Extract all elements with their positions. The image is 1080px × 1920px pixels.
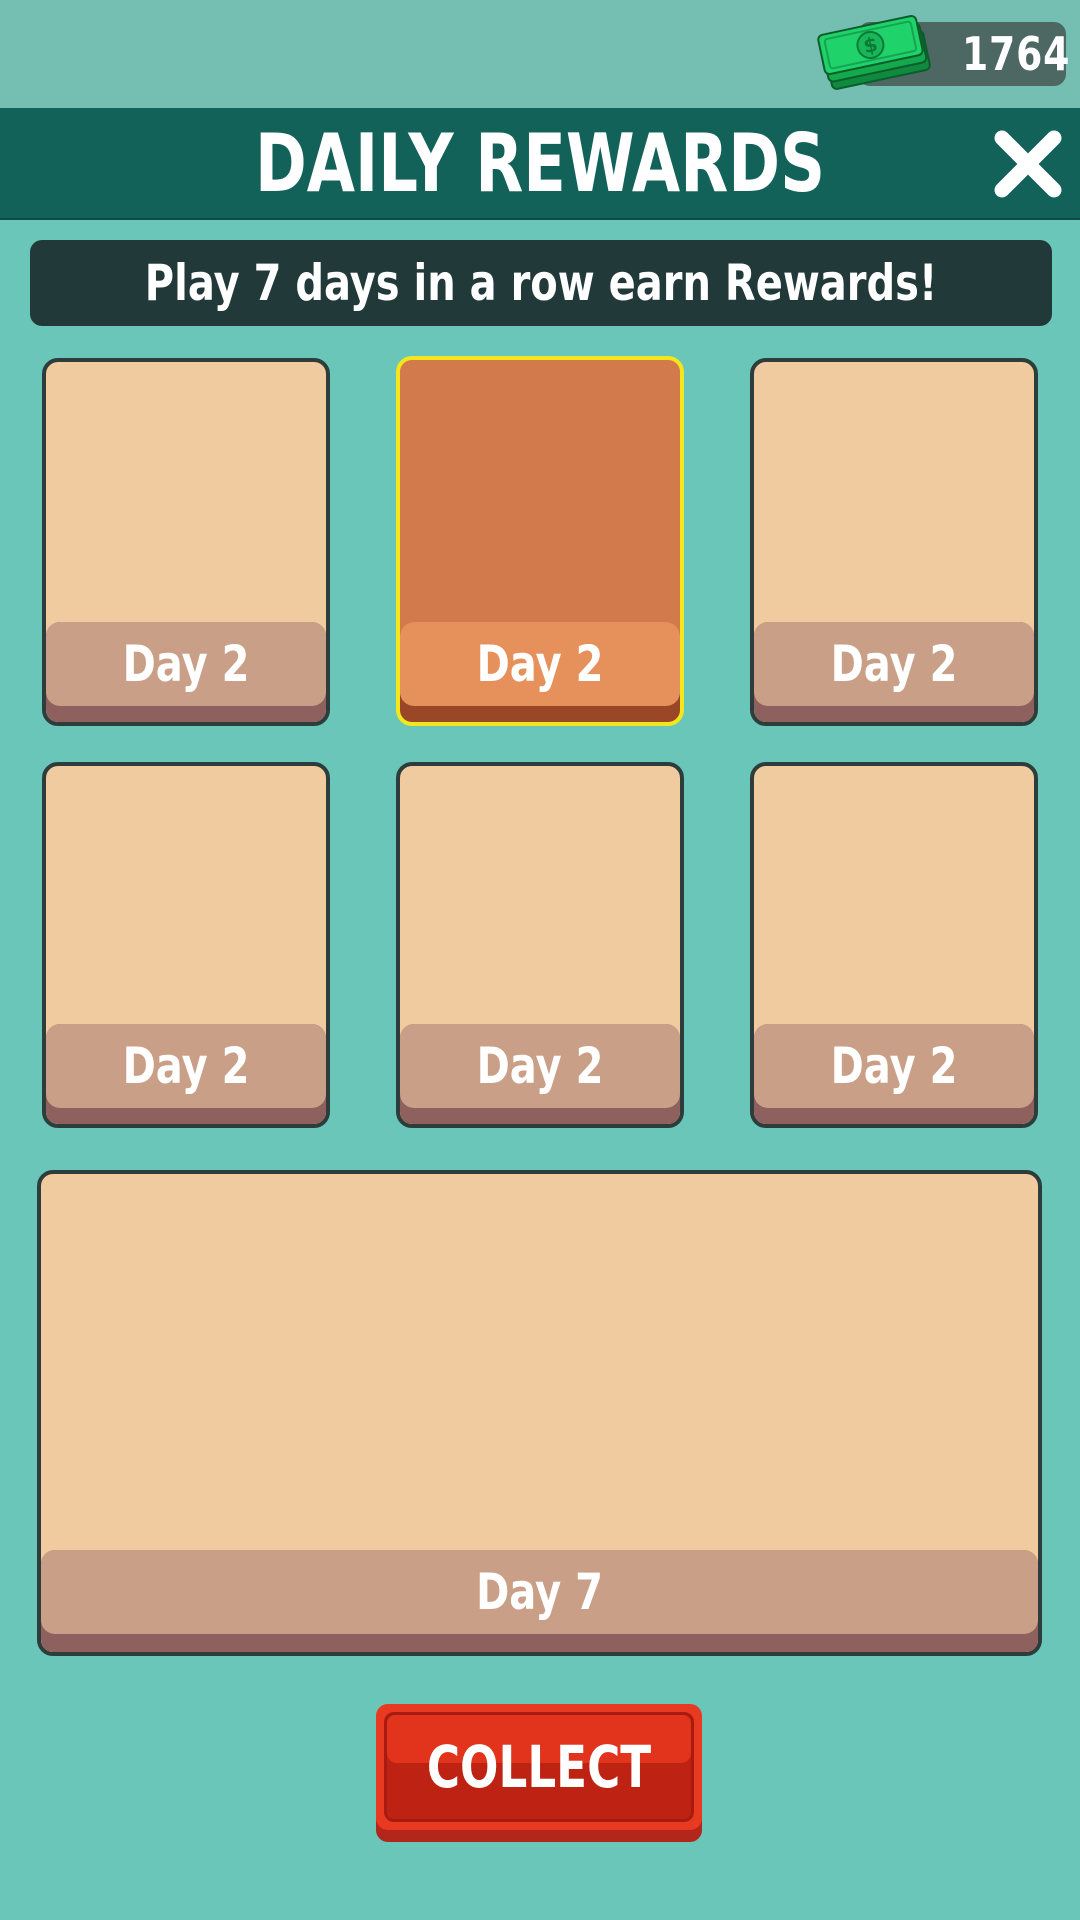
- page-title: DAILY REWARDS: [254, 117, 826, 210]
- reward-card-day[interactable]: Day 2: [42, 358, 330, 726]
- reward-card-footer: Day 7: [41, 1550, 1038, 1652]
- reward-card-day[interactable]: Day 2: [42, 762, 330, 1128]
- reward-card-label: Day 7: [476, 1563, 603, 1621]
- reward-card-label: Day 2: [122, 635, 250, 693]
- reward-card-label: Day 2: [830, 635, 958, 693]
- reward-card-footer: Day 2: [754, 1024, 1034, 1124]
- info-banner-text: Play 7 days in a row earn Rewards!: [144, 254, 938, 312]
- reward-card-day[interactable]: Day 2: [396, 762, 684, 1128]
- reward-card-label: Day 2: [476, 1037, 604, 1095]
- collect-button-label: COLLECT: [426, 1733, 652, 1801]
- reward-card-day[interactable]: Day 2: [750, 358, 1038, 726]
- close-button[interactable]: [988, 124, 1068, 204]
- reward-card-footer: Day 2: [400, 622, 680, 722]
- close-icon: [994, 130, 1062, 198]
- reward-card-label: Day 2: [122, 1037, 250, 1095]
- cash-stack-icon: $: [817, 14, 931, 90]
- reward-card-day[interactable]: Day 2: [750, 762, 1038, 1128]
- reward-card-day-selected[interactable]: Day 2: [396, 356, 684, 726]
- currency-amount: 1764: [961, 27, 1071, 81]
- reward-card-day-7[interactable]: Day 7: [37, 1170, 1042, 1656]
- reward-card-footer: Day 2: [46, 1024, 326, 1124]
- reward-card-footer: Day 2: [46, 622, 326, 722]
- reward-card-footer: Day 2: [400, 1024, 680, 1124]
- reward-card-label: Day 2: [476, 635, 604, 693]
- collect-button[interactable]: COLLECT: [376, 1704, 702, 1842]
- reward-card-label: Day 2: [830, 1037, 958, 1095]
- reward-card-footer: Day 2: [754, 622, 1034, 722]
